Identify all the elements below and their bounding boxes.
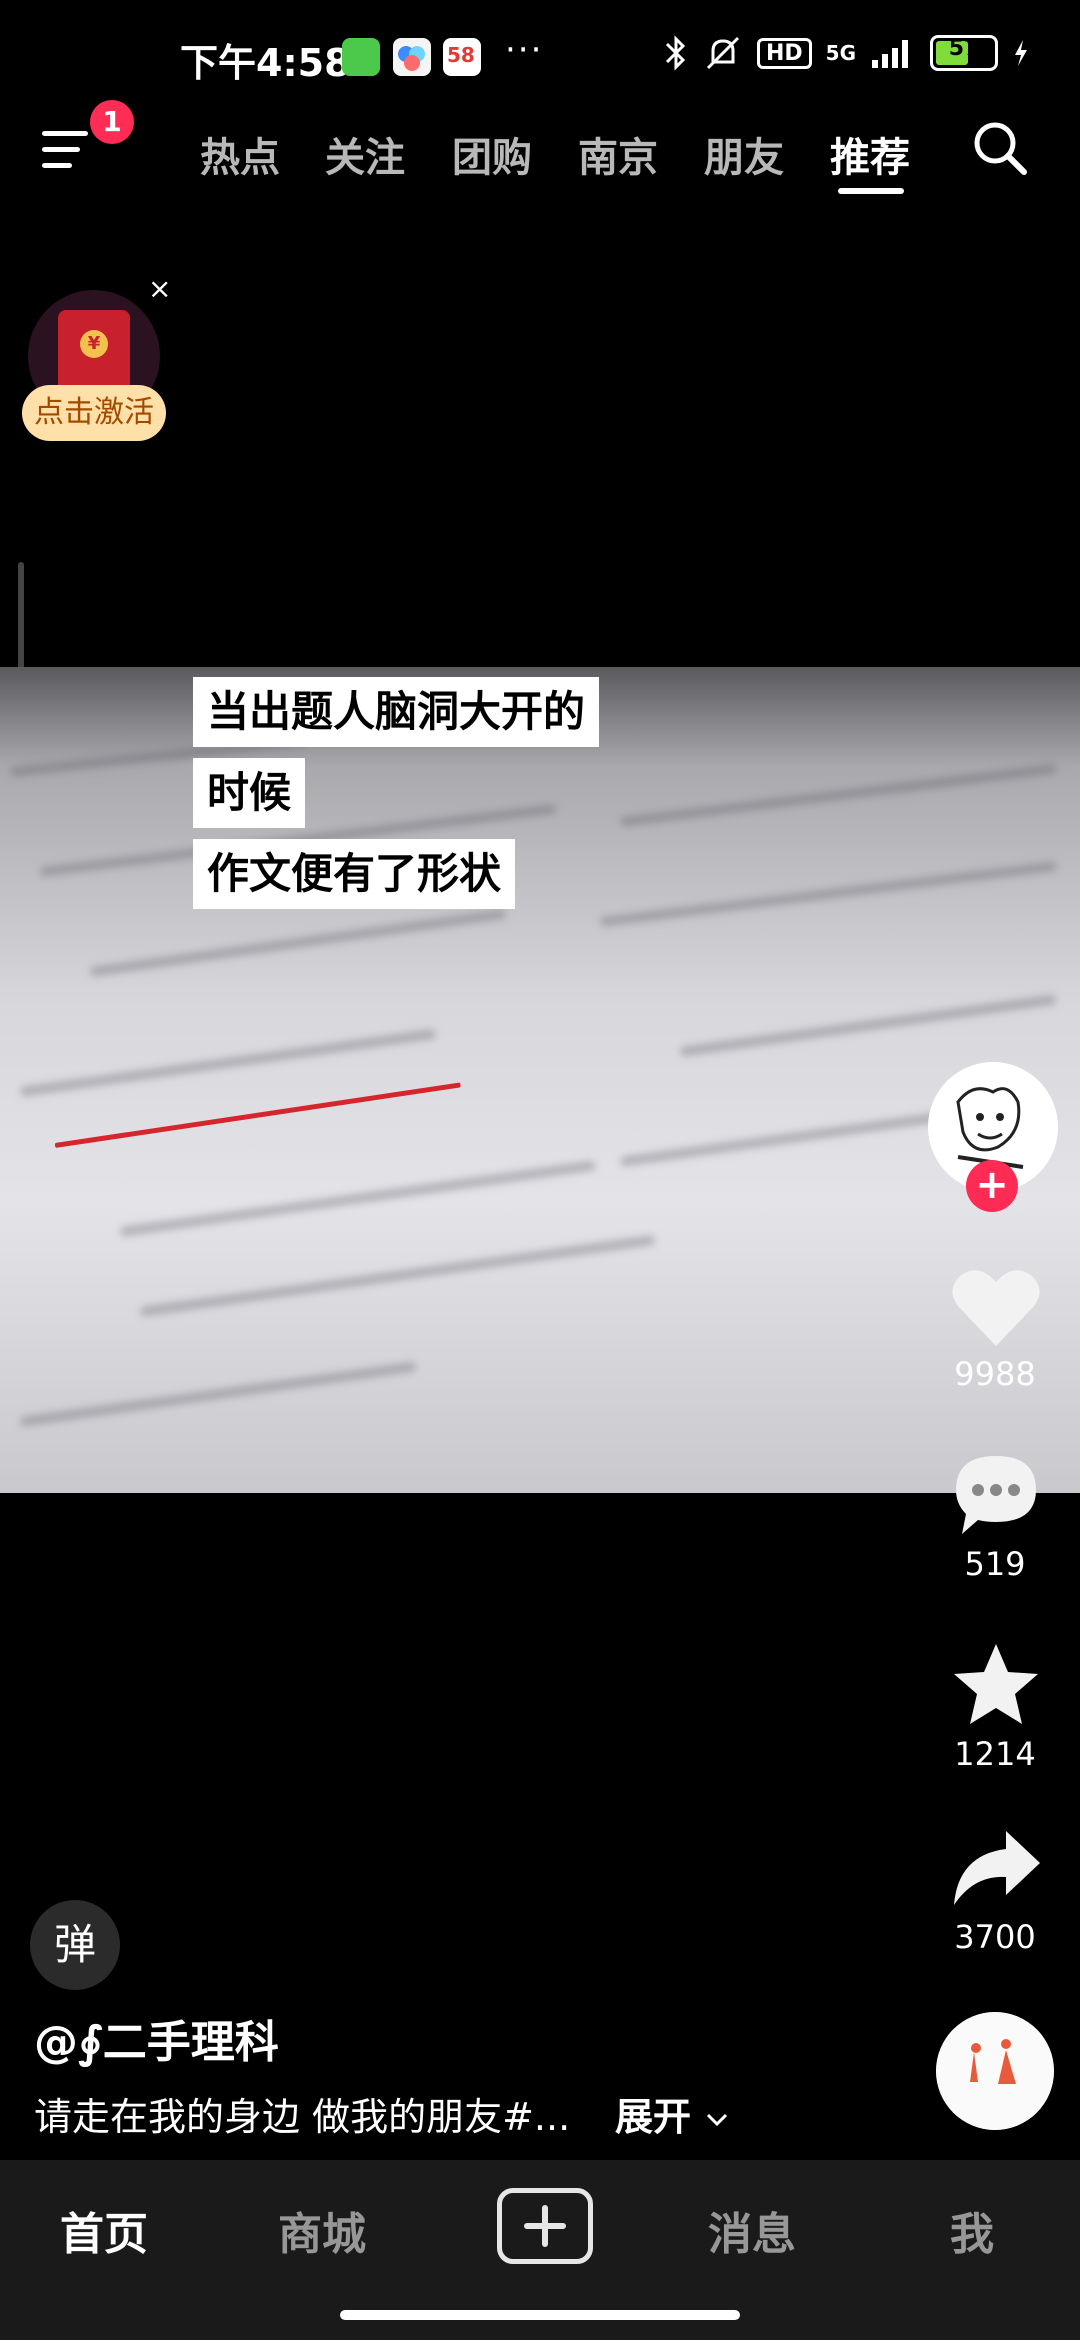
nav-mall[interactable]: 商城 [278,2198,366,2262]
share-count: 3700 [954,1918,1036,1956]
search-icon [974,122,1027,175]
nav-home[interactable]: 首页 [60,2198,148,2262]
red-underline [54,1082,461,1148]
author-name[interactable]: @∮二手理科 [34,2006,279,2070]
close-icon[interactable]: × [148,272,171,305]
tab-following[interactable]: 关注 [325,125,405,183]
music-disc[interactable] [936,2012,1054,2130]
share-button[interactable] [948,1825,1044,1915]
video-caption: 当出题人脑洞大开的 [193,677,600,747]
nav-me[interactable]: 我 [950,2198,994,2262]
heart-icon [952,1270,1040,1346]
tab-nanjing[interactable]: 南京 [578,125,658,183]
star-icon [954,1644,1038,1724]
app-notification-icon [342,38,380,76]
expand-button[interactable]: 展开 [615,2086,730,2141]
like-count: 9988 [954,1355,1036,1393]
app-notification-icon [393,38,431,76]
signal-icon [872,40,908,68]
chevron-down-icon [707,2113,728,2127]
activate-button[interactable]: 点击激活 [22,385,166,441]
active-tab-indicator [838,188,904,194]
svg-text:58: 58 [447,43,475,67]
comment-count: 519 [964,1545,1026,1583]
nav-messages[interactable]: 消息 [708,2198,796,2262]
follow-button[interactable]: + [966,1160,1018,1212]
danmu-button[interactable]: 弹 [30,1900,120,1990]
tab-hot[interactable]: 热点 [200,125,280,183]
charging-icon [1015,40,1027,66]
share-icon [954,1831,1040,1905]
coin-icon: ¥ [80,330,108,358]
notification-badge: 1 [90,100,134,144]
status-time: 下午4:58 [180,41,351,85]
status-icons: HD 5G 57 [663,34,1030,72]
video-caption: 时候 [193,758,306,828]
comment-icon [956,1456,1036,1534]
status-bar: 下午4:58 58 ··· HD 5G 57 [0,0,1080,120]
video-caption: 作文便有了形状 [193,839,516,909]
search-button[interactable] [970,118,1030,178]
comment-button[interactable] [948,1450,1044,1540]
video-description: 请走在我的身边 做我的朋友#... [34,2095,571,2139]
post-button[interactable] [497,2188,593,2264]
network-type: 5G [825,41,856,65]
favorite-count: 1214 [954,1735,1036,1773]
tab-recommend[interactable]: 推荐 [830,125,910,183]
like-button[interactable] [948,1262,1044,1352]
battery-icon: 57 [930,35,998,71]
expand-label: 展开 [615,2095,692,2139]
status-more: ··· [505,30,544,70]
music-cover-icon [936,2012,1054,2130]
bottom-nav: 首页 商城 消息 我 [0,2160,1080,2340]
tab-group-buy[interactable]: 团购 [452,125,532,183]
hd-icon: HD [756,37,812,69]
tab-friends[interactable]: 朋友 [704,125,784,183]
bell-muted-icon [706,36,740,70]
app-notification-icon: 58 [443,38,481,76]
favorite-button[interactable] [948,1640,1044,1730]
bluetooth-icon [665,35,686,71]
home-indicator [340,2310,740,2320]
